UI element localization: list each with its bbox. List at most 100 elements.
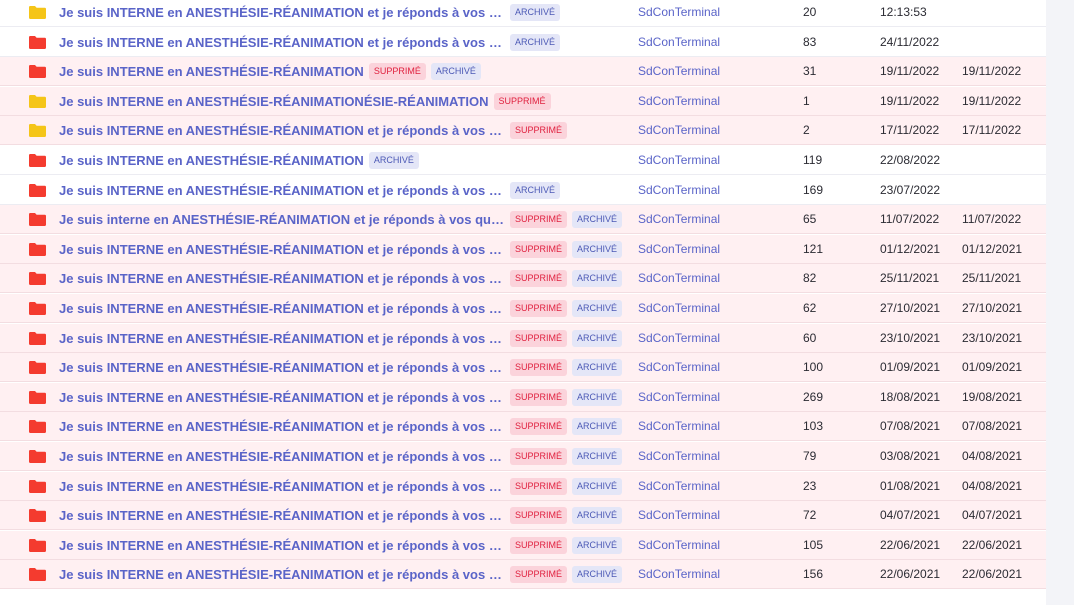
archived-badge: ARCHIVÉ	[572, 299, 623, 317]
topic-row[interactable]: Je suis INTERNE en ANESTHÉSIE-RÉANIMATIO…	[0, 116, 1046, 145]
archived-badge: ARCHIVÉ	[368, 151, 419, 169]
closed-date: 01/12/2021	[962, 242, 1023, 256]
topic-row[interactable]: Je suis INTERNE en ANESTHÉSIE-RÉANIMATIO…	[0, 57, 1046, 86]
topic-row[interactable]: Je suis INTERNE en ANESTHÉSIE-RÉANIMATIO…	[0, 294, 1046, 323]
topic-title-link[interactable]: Je suis INTERNE en ANESTHÉSIE-RÉANIMATIO…	[59, 419, 505, 434]
last-post-date: 18/08/2021	[880, 390, 941, 404]
topic-row[interactable]: Je suis INTERNE en ANESTHÉSIE-RÉANIMATIO…	[0, 264, 1046, 293]
last-post-date: 24/11/2022	[880, 35, 940, 49]
topic-title-link[interactable]: Je suis INTERNE en ANESTHÉSIE-RÉANIMATIO…	[59, 94, 489, 109]
topic-title-link[interactable]: Je suis INTERNE en ANESTHÉSIE-RÉANIMATIO…	[59, 390, 505, 405]
author-link[interactable]: SdConTerminal	[638, 235, 720, 263]
topic-title-link[interactable]: Je suis INTERNE en ANESTHÉSIE-RÉANIMATIO…	[59, 153, 364, 168]
closed-date: 01/09/2021	[962, 360, 1023, 374]
topic-row[interactable]: Je suis INTERNE en ANESTHÉSIE-RÉANIMATIO…	[0, 442, 1046, 471]
deleted-badge: SUPPRIMÉ	[510, 506, 568, 524]
topic-title-link[interactable]: Je suis INTERNE en ANESTHÉSIE-RÉANIMATIO…	[59, 479, 505, 494]
topic-title-link[interactable]: Je suis INTERNE en ANESTHÉSIE-RÉANIMATIO…	[59, 35, 505, 50]
reply-count: 103	[803, 419, 824, 433]
topic-title-link[interactable]: Je suis INTERNE en ANESTHÉSIE-RÉANIMATIO…	[59, 567, 505, 582]
topic-title-link[interactable]: Je suis INTERNE en ANESTHÉSIE-RÉANIMATIO…	[59, 301, 505, 316]
topic-title-link[interactable]: Je suis INTERNE en ANESTHÉSIE-RÉANIMATIO…	[59, 331, 505, 346]
author-link[interactable]: SdConTerminal	[638, 28, 720, 56]
archived-badge: ARCHIVÉ	[510, 3, 561, 21]
topic-row[interactable]: Je suis interne en ANESTHÉSIE-RÉANIMATIO…	[0, 205, 1046, 234]
archived-badge: ARCHIVÉ	[572, 358, 623, 376]
topic-title-link[interactable]: Je suis INTERNE en ANESTHÉSIE-RÉANIMATIO…	[59, 242, 505, 257]
topic-title-link[interactable]: Je suis INTERNE en ANESTHÉSIE-RÉANIMATIO…	[59, 5, 505, 20]
author-link[interactable]: SdConTerminal	[638, 57, 720, 85]
author-link[interactable]: SdConTerminal	[638, 442, 720, 470]
topic-row[interactable]: Je suis INTERNE en ANESTHÉSIE-RÉANIMATIO…	[0, 353, 1046, 382]
author-link[interactable]: SdConTerminal	[638, 324, 720, 352]
topic-title-link[interactable]: Je suis INTERNE en ANESTHÉSIE-RÉANIMATIO…	[59, 538, 505, 553]
last-post-date: 22/08/2022	[880, 153, 941, 167]
folder-icon	[29, 213, 46, 226]
deleted-badge: SUPPRIMÉ	[510, 388, 568, 406]
topic-title-link[interactable]: Je suis INTERNE en ANESTHÉSIE-RÉANIMATIO…	[59, 360, 505, 375]
author-link[interactable]: SdConTerminal	[638, 531, 720, 559]
topic-row[interactable]: Je suis INTERNE en ANESTHÉSIE-RÉANIMATIO…	[0, 501, 1046, 530]
topic-row[interactable]: Je suis INTERNE en ANESTHÉSIE-RÉANIMATIO…	[0, 146, 1046, 175]
topic-row[interactable]: Je suis INTERNE en ANESTHÉSIE-RÉANIMATIO…	[0, 235, 1046, 264]
last-post-date: 11/07/2022	[880, 212, 940, 226]
author-link[interactable]: SdConTerminal	[638, 294, 720, 322]
author-link[interactable]: SdConTerminal	[638, 412, 720, 440]
author-link[interactable]: SdConTerminal	[638, 146, 720, 174]
reply-count: 82	[803, 271, 817, 285]
deleted-badge: SUPPRIMÉ	[510, 299, 568, 317]
topic-title-cell: Je suis INTERNE en ANESTHÉSIE-RÉANIMATIO…	[59, 412, 627, 440]
topic-row[interactable]: Je suis INTERNE en ANESTHÉSIE-RÉANIMATIO…	[0, 531, 1046, 560]
topic-row[interactable]: Je suis INTERNE en ANESTHÉSIE-RÉANIMATIO…	[0, 412, 1046, 441]
author-link[interactable]: SdConTerminal	[638, 353, 720, 381]
folder-icon	[29, 65, 46, 78]
topic-list: Je suis INTERNE en ANESTHÉSIE-RÉANIMATIO…	[0, 0, 1046, 605]
topic-row[interactable]: Je suis INTERNE en ANESTHÉSIE-RÉANIMATIO…	[0, 87, 1046, 116]
topic-title-link[interactable]: Je suis INTERNE en ANESTHÉSIE-RÉANIMATIO…	[59, 183, 505, 198]
topic-title-cell: Je suis INTERNE en ANESTHÉSIE-RÉANIMATIO…	[59, 560, 627, 588]
topic-title-cell: Je suis INTERNE en ANESTHÉSIE-RÉANIMATIO…	[59, 324, 627, 352]
last-post-date: 04/07/2021	[880, 508, 941, 522]
author-link[interactable]: SdConTerminal	[638, 383, 720, 411]
topic-title-link[interactable]: Je suis INTERNE en ANESTHÉSIE-RÉANIMATIO…	[59, 508, 505, 523]
folder-icon	[29, 420, 46, 433]
folder-icon	[29, 272, 46, 285]
folder-icon	[29, 539, 46, 552]
reply-count: 65	[803, 212, 817, 226]
archived-badge: ARCHIVÉ	[430, 62, 481, 80]
topic-row[interactable]: Je suis INTERNE en ANESTHÉSIE-RÉANIMATIO…	[0, 472, 1046, 501]
archived-badge: ARCHIVÉ	[572, 477, 623, 495]
topic-row[interactable]: Je suis INTERNE en ANESTHÉSIE-RÉANIMATIO…	[0, 383, 1046, 412]
topic-title-cell: Je suis INTERNE en ANESTHÉSIE-RÉANIMATIO…	[59, 264, 627, 292]
archived-badge: ARCHIVÉ	[572, 388, 623, 406]
topic-title-link[interactable]: Je suis INTERNE en ANESTHÉSIE-RÉANIMATIO…	[59, 271, 505, 286]
topic-title-link[interactable]: Je suis interne en ANESTHÉSIE-RÉANIMATIO…	[59, 212, 505, 227]
deleted-badge: SUPPRIMÉ	[510, 417, 568, 435]
topic-title-link[interactable]: Je suis INTERNE en ANESTHÉSIE-RÉANIMATIO…	[59, 123, 505, 138]
deleted-badge: SUPPRIMÉ	[510, 447, 568, 465]
topic-title-cell: Je suis INTERNE en ANESTHÉSIE-RÉANIMATIO…	[59, 28, 627, 56]
folder-icon	[29, 450, 46, 463]
author-link[interactable]: SdConTerminal	[638, 472, 720, 500]
author-link[interactable]: SdConTerminal	[638, 87, 720, 115]
topic-row[interactable]: Je suis INTERNE en ANESTHÉSIE-RÉANIMATIO…	[0, 28, 1046, 57]
topic-title-cell: Je suis INTERNE en ANESTHÉSIE-RÉANIMATIO…	[59, 472, 627, 500]
archived-badge: ARCHIVÉ	[572, 240, 623, 258]
topic-title-cell: Je suis interne en ANESTHÉSIE-RÉANIMATIO…	[59, 205, 627, 233]
closed-date: 17/11/2022	[962, 123, 1022, 137]
topic-row[interactable]: Je suis INTERNE en ANESTHÉSIE-RÉANIMATIO…	[0, 560, 1046, 589]
author-link[interactable]: SdConTerminal	[638, 264, 720, 292]
topic-row[interactable]: Je suis INTERNE en ANESTHÉSIE-RÉANIMATIO…	[0, 176, 1046, 205]
topic-title-link[interactable]: Je suis INTERNE en ANESTHÉSIE-RÉANIMATIO…	[59, 449, 505, 464]
author-link[interactable]: SdConTerminal	[638, 176, 720, 204]
last-post-date: 19/11/2022	[880, 64, 940, 78]
topic-row[interactable]: Je suis INTERNE en ANESTHÉSIE-RÉANIMATIO…	[0, 324, 1046, 353]
topic-title-link[interactable]: Je suis INTERNE en ANESTHÉSIE-RÉANIMATIO…	[59, 64, 364, 79]
author-link[interactable]: SdConTerminal	[638, 560, 720, 588]
author-link[interactable]: SdConTerminal	[638, 116, 720, 144]
author-link[interactable]: SdConTerminal	[638, 0, 720, 26]
author-link[interactable]: SdConTerminal	[638, 501, 720, 529]
author-link[interactable]: SdConTerminal	[638, 205, 720, 233]
topic-row[interactable]: Je suis INTERNE en ANESTHÉSIE-RÉANIMATIO…	[0, 0, 1046, 27]
last-post-date: 01/12/2021	[880, 242, 941, 256]
